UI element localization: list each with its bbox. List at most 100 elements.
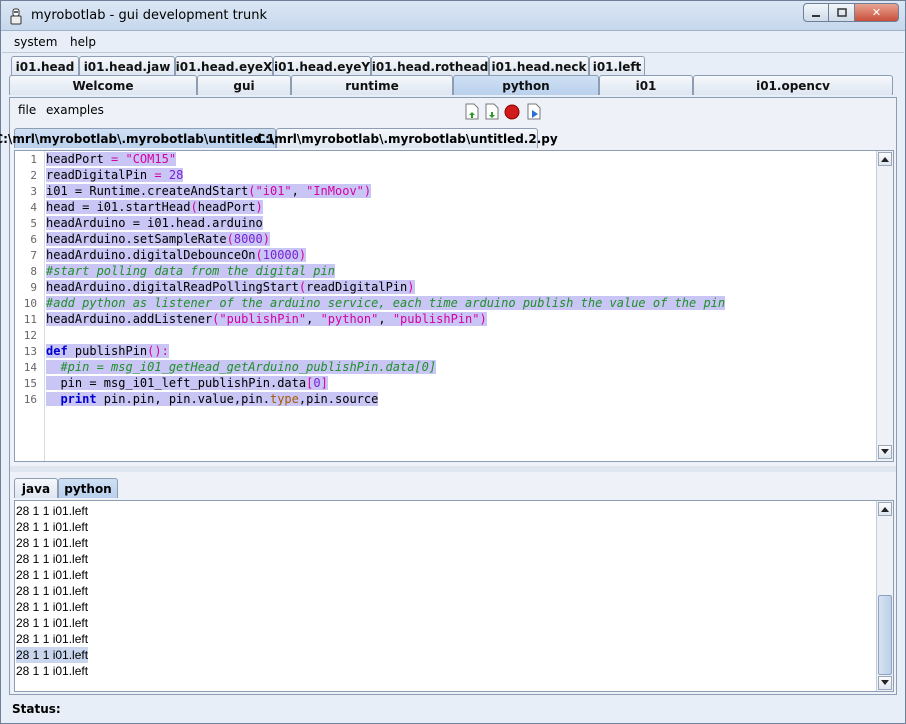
code-line-10: #add python as listener of the arduino s… <box>46 296 726 310</box>
code-line-8: #start polling data from the digital pin <box>46 264 335 278</box>
output-line: 28 1 1 i01.left <box>16 664 89 678</box>
editor-tab-untitled-2[interactable]: C:\mrl\myrobotlab\.myrobotlab\untitled.2… <box>256 128 558 148</box>
arrow-up-icon <box>881 507 889 512</box>
code-line-11: headArduino.addListener("publishPin", "p… <box>46 312 487 326</box>
code-line-7: headArduino.digitalDebounceOn(10000) <box>46 248 307 262</box>
output-line: 28 1 1 i01.left <box>16 616 89 630</box>
arrow-down-icon <box>881 680 889 685</box>
editor-tab-untitled-1[interactable]: C:\mrl\myrobotlab\.myrobotlab\untitled.1… <box>0 128 296 148</box>
tab-i01[interactable]: i01 <box>599 75 693 95</box>
code-line-5: headArduino = i01.head.arduino <box>46 216 263 230</box>
output-tab-python[interactable]: python <box>58 478 118 498</box>
line-number: 16 <box>23 393 37 406</box>
arrow-down-icon <box>881 449 889 454</box>
menu-system[interactable]: system <box>14 35 57 49</box>
status-bar: Status: <box>2 697 904 723</box>
output-line: 28 1 1 i01.left <box>16 568 89 582</box>
line-number: 12 <box>23 329 37 342</box>
line-number: 1 <box>30 153 37 166</box>
menu-file[interactable]: file <box>18 103 36 117</box>
new-script-icon[interactable] <box>464 103 480 120</box>
tab-gui[interactable]: gui <box>197 75 291 95</box>
code-line-1: headPort = "COM15" <box>46 152 177 166</box>
line-number: 7 <box>30 249 37 262</box>
output-scroll-down-button[interactable] <box>878 676 892 690</box>
line-number: 4 <box>30 201 37 214</box>
output-line-selected: 28 1 1 i01.left <box>16 647 89 663</box>
service-tabs-row-2: Welcome gui runtime python i01 i01.openc… <box>9 75 897 95</box>
output-line: 28 1 1 i01.left <box>16 552 89 566</box>
output-line: 28 1 1 i01.left <box>16 504 89 518</box>
line-number: 10 <box>23 297 37 310</box>
tab-welcome[interactable]: Welcome <box>9 75 197 95</box>
line-number: 13 <box>23 345 37 358</box>
line-number: 6 <box>30 233 37 246</box>
tab-i01-head[interactable]: i01.head <box>11 56 79 76</box>
code-line-3: i01 = Runtime.createAndStart("i01", "InM… <box>46 184 372 198</box>
tab-i01-head-jaw[interactable]: i01.head.jaw <box>79 56 175 76</box>
menu-help[interactable]: help <box>70 35 96 49</box>
output-tab-java[interactable]: java <box>14 478 58 498</box>
output-scrollbar[interactable] <box>876 501 893 691</box>
robot-app-icon <box>10 8 22 25</box>
output-line: 28 1 1 i01.left <box>16 632 89 646</box>
python-toolbar: file examples <box>10 98 896 124</box>
service-tabs-row-1: i01.head i01.head.jaw i01.head.eyeX i01.… <box>9 56 897 76</box>
maximize-icon <box>836 7 847 17</box>
tab-i01-head-neck[interactable]: i01.head.neck <box>489 56 589 76</box>
code-line-4: head = i01.startHead(headPort) <box>46 200 263 214</box>
status-label: Status: <box>12 702 61 716</box>
line-number: 11 <box>23 313 37 326</box>
save-script-icon[interactable] <box>484 103 500 120</box>
code-editor[interactable]: 1 2 3 4 5 6 7 8 9 10 11 12 13 14 15 16 h… <box>14 150 894 462</box>
tab-i01-opencv[interactable]: i01.opencv <box>693 75 893 95</box>
scroll-down-button[interactable] <box>878 445 892 459</box>
close-button[interactable]: ✕ <box>855 3 899 22</box>
python-panel: file examples C:\mrl\myrobotlab\.myrobot… <box>0 97 897 695</box>
line-number: 9 <box>30 281 37 294</box>
stop-icon[interactable] <box>504 103 520 120</box>
app-window: myrobotlab - gui development trunk ✕ sys… <box>0 0 906 724</box>
output-line: 28 1 1 i01.left <box>16 600 89 614</box>
code-line-9: headArduino.digitalReadPollingStart(read… <box>46 280 415 294</box>
tab-runtime[interactable]: runtime <box>291 75 453 95</box>
close-icon: ✕ <box>871 6 882 19</box>
menu-examples[interactable]: examples <box>46 103 104 117</box>
output-scroll-thumb[interactable] <box>878 595 892 675</box>
code-line-2: readDigitalPin = 28 <box>46 168 184 182</box>
tab-i01-head-rothead[interactable]: i01.head.rothead <box>371 56 489 76</box>
code-line-13: def publishPin(): <box>46 344 169 358</box>
line-number: 3 <box>30 185 37 198</box>
line-number: 2 <box>30 169 37 182</box>
minimize-button[interactable] <box>803 3 829 22</box>
code-line-16: print pin.pin, pin.value,pin.type,pin.so… <box>46 391 379 407</box>
line-number: 8 <box>30 265 37 278</box>
output-line: 28 1 1 i01.left <box>16 584 89 598</box>
code-line-6: headArduino.setSampleRate(8000) <box>46 232 270 246</box>
arrow-up-icon <box>881 157 889 162</box>
title-bar[interactable]: myrobotlab - gui development trunk ✕ <box>1 1 905 31</box>
line-number-gutter: 1 2 3 4 5 6 7 8 9 10 11 12 13 14 15 16 <box>15 151 45 461</box>
editor-scrollbar[interactable] <box>876 151 893 461</box>
code-line-15: pin = msg_i01_left_publishPin.data[0] <box>46 376 328 390</box>
tab-i01-head-eyex[interactable]: i01.head.eyeX <box>175 56 273 76</box>
output-line: 28 1 1 i01.left <box>16 520 89 534</box>
tab-i01-left[interactable]: i01.left <box>589 56 645 76</box>
run-script-icon[interactable] <box>526 103 542 120</box>
window-controls: ✕ <box>803 3 899 22</box>
output-scroll-up-button[interactable] <box>878 502 892 516</box>
python-output-console[interactable]: 28 1 1 i01.left 28 1 1 i01.left 28 1 1 i… <box>14 500 894 692</box>
line-number: 15 <box>23 377 37 390</box>
scroll-up-button[interactable] <box>878 152 892 166</box>
tab-python[interactable]: python <box>453 75 599 95</box>
code-line-14: #pin = msg_i01_getHead_getArduino_publis… <box>46 359 437 375</box>
line-number: 14 <box>23 361 37 374</box>
menu-bar: system help <box>2 32 904 53</box>
split-pane-divider[interactable] <box>10 466 896 472</box>
line-number: 5 <box>30 217 37 230</box>
window-title: myrobotlab - gui development trunk <box>31 8 268 23</box>
tab-i01-head-eyey[interactable]: i01.head.eyeY <box>273 56 371 76</box>
output-line: 28 1 1 i01.left <box>16 536 89 550</box>
minimize-icon <box>812 14 820 17</box>
maximize-button[interactable] <box>829 3 855 22</box>
